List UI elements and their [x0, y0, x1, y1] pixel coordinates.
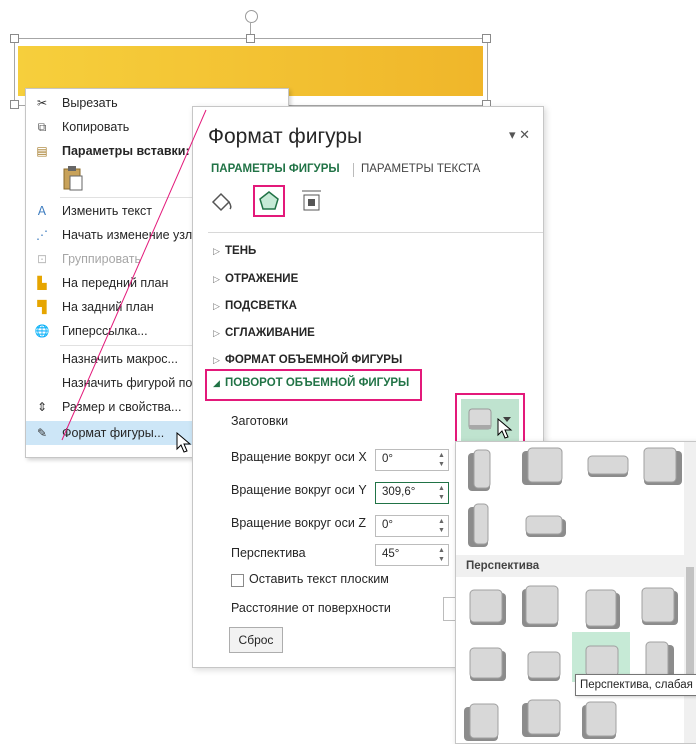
mouse-cursor-icon — [497, 418, 513, 439]
bring-forward-icon: ▙ — [37, 276, 47, 290]
rotation-x-label: Вращение вокруг оси X — [231, 450, 367, 464]
fill-line-tab[interactable] — [207, 187, 237, 217]
paint-bucket-icon — [211, 192, 232, 212]
section-glow[interactable]: ▷ ПОДСВЕТКА — [213, 300, 297, 312]
panel-close-button[interactable]: ▾ ✕ — [509, 127, 530, 143]
presets-dropdown-button[interactable] — [455, 393, 525, 447]
preset-tile-17[interactable] — [582, 701, 617, 739]
effects-tab[interactable] — [253, 185, 285, 217]
pentagon-icon — [259, 191, 279, 210]
section-3d-rotation[interactable]: ◢ ПОВОРОТ ОБЪЕМНОЙ ФИГУРЫ — [213, 377, 409, 389]
rotation-y-spinner[interactable]: 309,6° ▲ ▼ — [375, 482, 449, 504]
rotation-z-spinner[interactable]: 0° ▲ ▼ — [375, 515, 449, 537]
perspective-spinner[interactable]: 45° ▲ ▼ — [375, 544, 449, 566]
perspective-label: Перспектива — [231, 546, 306, 560]
paste-keep-source-button[interactable] — [62, 165, 84, 191]
paste-icon — [63, 166, 83, 191]
rotation-z-label: Вращение вокруг оси Z — [231, 516, 366, 530]
distance-label: Расстояние от поверхности — [231, 601, 391, 615]
resize-handle-bottom-left[interactable] — [10, 100, 19, 109]
preset-tile-1[interactable] — [468, 449, 491, 491]
clipboard-icon: ▤ — [36, 144, 48, 158]
edit-points-icon: ⋰ — [36, 228, 48, 242]
reset-button[interactable]: Сброс — [229, 627, 283, 653]
section-soft-edges[interactable]: ▷ СГЛАЖИВАНИЕ — [213, 327, 315, 339]
keep-text-flat-label: Оставить текст плоским — [249, 572, 389, 586]
scissors-icon: ✂ — [36, 96, 48, 110]
preset-tile-6[interactable] — [525, 515, 566, 537]
presets-gallery: Перспектива — [455, 441, 696, 744]
format-shape-icon: ✎ — [36, 426, 48, 440]
panel-title: Формат фигуры — [208, 125, 363, 148]
tooltip: Перспектива, слабая — [575, 674, 696, 696]
section-3d-format[interactable]: ▷ ФОРМАТ ОБЪЕМНОЙ ФИГУРЫ — [213, 354, 402, 366]
rotation-y-label: Вращение вокруг оси Y — [231, 483, 367, 497]
tab-text-options[interactable]: ПАРАМЕТРЫ ТЕКСТА — [361, 163, 480, 175]
hyperlink-icon: 🌐 — [34, 324, 50, 338]
preset-tiles[interactable] — [456, 442, 684, 743]
resize-handle-top-left[interactable] — [10, 34, 19, 43]
preset-tile-11[interactable] — [469, 647, 506, 681]
section-shadow[interactable]: ▷ ТЕНЬ — [213, 245, 256, 257]
mouse-cursor-icon — [176, 432, 192, 453]
presets-label: Заготовки — [231, 414, 289, 428]
preset-tile-10[interactable] — [641, 587, 678, 625]
preset-tile-2[interactable] — [522, 447, 563, 485]
keep-text-flat-checkbox[interactable] — [231, 574, 244, 587]
preset-tile-4[interactable] — [643, 447, 682, 485]
preset-tile-9[interactable] — [585, 589, 620, 629]
group-icon: ⊡ — [36, 252, 48, 266]
preset-tile-5[interactable] — [468, 503, 489, 547]
gallery-scroll-thumb[interactable] — [686, 567, 694, 677]
preset-tile-7[interactable] — [469, 589, 506, 625]
size-properties-tab[interactable] — [297, 187, 327, 217]
resize-handle-top-right[interactable] — [482, 34, 491, 43]
rotate-handle-icon[interactable] — [245, 10, 258, 23]
rotation-x-spinner[interactable]: 0° ▲ ▼ — [375, 449, 449, 471]
size-layout-icon — [302, 190, 321, 211]
size-properties-icon: ⇕ — [36, 400, 48, 414]
copy-icon: ⧉ — [37, 120, 47, 134]
preset-tile-3[interactable] — [587, 455, 629, 477]
tab-shape-options[interactable]: ПАРАМЕТРЫ ФИГУРЫ — [211, 163, 340, 175]
section-reflection[interactable]: ▷ ОТРАЖЕНИЕ — [213, 273, 298, 285]
preset-tile-12[interactable] — [527, 651, 561, 681]
edit-text-icon: Ａ — [35, 204, 48, 218]
preset-tile-16[interactable] — [522, 699, 561, 737]
preset-tile-15[interactable] — [464, 703, 499, 741]
preset-tile-8[interactable] — [522, 585, 559, 627]
resize-handle-top[interactable] — [246, 34, 255, 43]
send-backward-icon: ▜ — [37, 300, 47, 314]
